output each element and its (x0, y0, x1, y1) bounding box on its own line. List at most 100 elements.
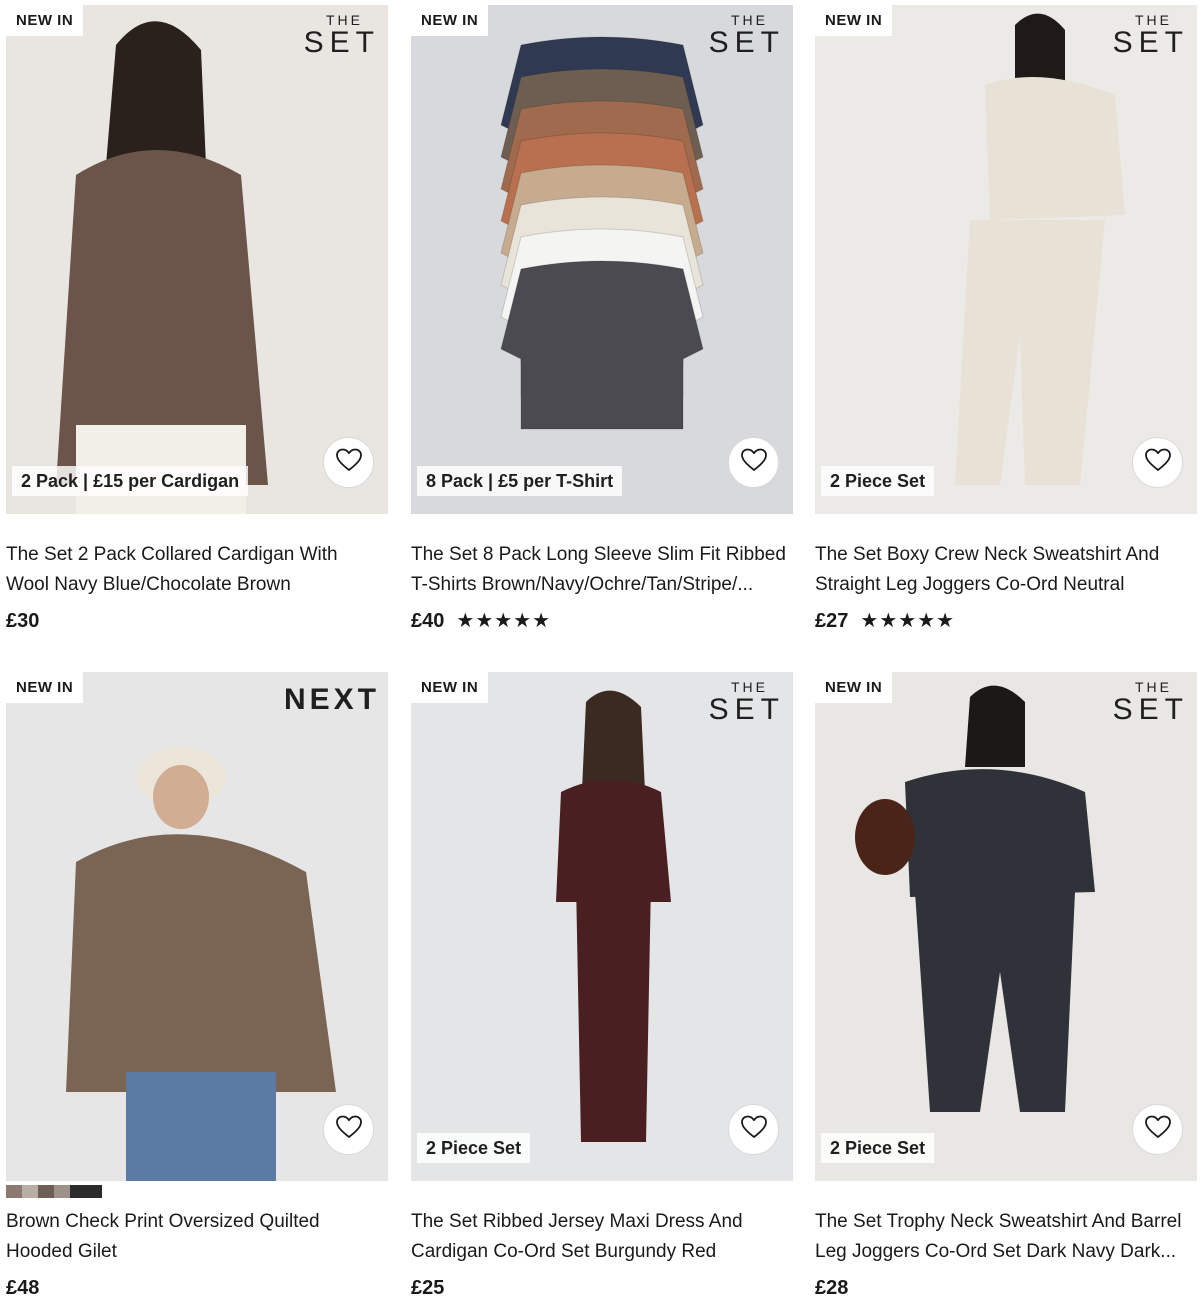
product-card[interactable]: NEW IN THE SET 2 Piece Set The Set Troph… (815, 672, 1197, 1299)
star-icon: ★ (532, 610, 551, 632)
product-image[interactable]: NEW IN THE SET 2 Piece Set (815, 672, 1197, 1181)
product-card[interactable]: NEW IN THE SET 2 Piece Set The Set Boxy … (815, 5, 1197, 632)
product-card[interactable]: NEW IN THE SET 2 Pack | £15 per Cardigan… (6, 5, 388, 632)
product-image[interactable]: NEW IN THE SET 8 Pack | £5 per T-Shirt (411, 5, 793, 514)
new-in-badge: NEW IN (411, 672, 489, 703)
colour-swatch[interactable] (38, 1185, 54, 1198)
colour-swatch[interactable] (70, 1185, 86, 1198)
tshirts-stack-image (500, 36, 704, 430)
burgundy-dress-model-image (556, 690, 671, 1142)
favourite-button[interactable] (323, 1104, 374, 1155)
new-in-badge: NEW IN (6, 5, 84, 36)
price-row: £30 (6, 608, 39, 634)
brand-logo: THE SET (304, 13, 380, 59)
product-title-line: Leg Joggers Co-Ord Set Dark Navy Dark... (815, 1241, 1177, 1262)
brand-logo-main: SET (1112, 26, 1189, 59)
colour-swatches[interactable] (6, 1185, 102, 1198)
brand-logo: THE SET (1113, 680, 1189, 726)
star-icon: ★ (860, 610, 879, 632)
cardigan-model-image (56, 21, 268, 514)
new-in-badge: NEW IN (6, 672, 84, 703)
product-title[interactable]: The Set 8 Pack Long Sleeve Slim Fit Ribb… (411, 540, 795, 600)
product-price: £25 (411, 1276, 445, 1299)
brand-logo: NEXT (284, 680, 380, 716)
product-price: £27 (815, 609, 849, 632)
brand-logo-small: THE (1135, 12, 1172, 28)
brand-logo-small: THE (731, 12, 768, 28)
favourite-button[interactable] (1132, 1104, 1183, 1155)
star-icon: ★ (494, 610, 513, 632)
brand-logo-small: THE (731, 679, 768, 695)
star-icon: ★ (475, 610, 494, 632)
navy-coord-model-image (855, 685, 1095, 1112)
product-title-line: The Set 8 Pack Long Sleeve Slim Fit Ribb… (411, 544, 786, 565)
favourite-button[interactable] (728, 437, 779, 488)
star-icon: ★ (456, 610, 475, 632)
product-title[interactable]: Brown Check Print Oversized Quilted Hood… (6, 1207, 390, 1267)
product-card[interactable]: NEW IN THE SET 8 Pack | £5 per T-Shirt T… (411, 5, 793, 632)
star-icon: ★ (513, 610, 532, 632)
brand-logo: THE SET (709, 13, 785, 59)
product-title-line: Wool Navy Blue/Chocolate Brown (6, 574, 291, 595)
product-price: £30 (6, 609, 40, 632)
product-title-line: The Set 2 Pack Collared Cardigan With (6, 544, 338, 565)
price-row: £28 (815, 1275, 848, 1301)
price-row: £40 ★ ★ ★ ★ ★ (411, 608, 550, 634)
product-image[interactable]: NEW IN NEXT (6, 672, 388, 1181)
promo-label: 2 Piece Set (821, 1133, 935, 1163)
star-icon: ★ (917, 610, 936, 632)
star-icon: ★ (898, 610, 917, 632)
heart-icon (1144, 1115, 1171, 1144)
product-title-line: Cardigan Co-Ord Set Burgundy Red (411, 1241, 717, 1262)
promo-label: 2 Piece Set (417, 1133, 531, 1163)
product-title[interactable]: The Set Trophy Neck Sweatshirt And Barre… (815, 1207, 1199, 1267)
favourite-button[interactable] (1132, 437, 1183, 488)
brand-logo: THE SET (709, 680, 785, 726)
colour-swatch[interactable] (22, 1185, 38, 1198)
product-price: £40 (411, 609, 445, 632)
product-card[interactable]: NEW IN THE SET 2 Piece Set The Set Ribbe… (411, 672, 793, 1299)
quilted-gilet-model-image (6, 672, 388, 1181)
favourite-button[interactable] (323, 437, 374, 488)
product-title-line: T-Shirts Brown/Navy/Ochre/Tan/Stripe/... (411, 574, 754, 595)
heart-icon (335, 1115, 362, 1144)
price-row: £48 (6, 1275, 39, 1301)
brand-logo-main: SET (708, 26, 785, 59)
product-title-line: Straight Leg Joggers Co-Ord Neutral (815, 574, 1125, 595)
price-row: £25 (411, 1275, 444, 1301)
product-price: £48 (6, 1276, 40, 1299)
colour-swatch[interactable] (86, 1185, 102, 1198)
product-title-line: The Set Trophy Neck Sweatshirt And Barre… (815, 1211, 1182, 1232)
brand-logo-small: THE (326, 12, 363, 28)
product-title[interactable]: The Set 2 Pack Collared Cardigan With Wo… (6, 540, 390, 600)
brand-logo-main: SET (303, 26, 380, 59)
product-card[interactable]: NEW IN NEXT Brown Check Print Oversized … (6, 672, 388, 1299)
rating-stars: ★ ★ ★ ★ ★ (860, 611, 954, 631)
colour-swatch[interactable] (54, 1185, 70, 1198)
colour-swatch[interactable] (6, 1185, 22, 1198)
new-in-badge: NEW IN (411, 5, 489, 36)
product-image[interactable]: NEW IN THE SET 2 Pack | £15 per Cardigan (6, 5, 388, 514)
product-title-line: The Set Boxy Crew Neck Sweatshirt And (815, 544, 1160, 565)
brand-logo-main: SET (1112, 693, 1189, 726)
product-grid: NEW IN THE SET 2 Pack | £15 per Cardigan… (0, 0, 1200, 1301)
product-title[interactable]: The Set Ribbed Jersey Maxi Dress And Car… (411, 1207, 795, 1267)
heart-icon (740, 1115, 767, 1144)
brand-logo-main: SET (708, 693, 785, 726)
star-icon: ★ (936, 610, 955, 632)
promo-label: 2 Pack | £15 per Cardigan (12, 466, 249, 496)
product-image[interactable]: NEW IN THE SET 2 Piece Set (411, 672, 793, 1181)
neutral-coord-model-image (955, 13, 1125, 485)
heart-icon (335, 448, 362, 477)
brand-logo-main: NEXT (283, 683, 380, 716)
product-title-line: Hooded Gilet (6, 1241, 117, 1262)
new-in-badge: NEW IN (815, 672, 893, 703)
heart-icon (1144, 448, 1171, 477)
star-icon: ★ (879, 610, 898, 632)
heart-icon (740, 448, 767, 477)
product-image[interactable]: NEW IN THE SET 2 Piece Set (815, 5, 1197, 514)
brand-logo-small: THE (1135, 679, 1172, 695)
product-title[interactable]: The Set Boxy Crew Neck Sweatshirt And St… (815, 540, 1199, 600)
product-price: £28 (815, 1276, 849, 1299)
favourite-button[interactable] (728, 1104, 779, 1155)
